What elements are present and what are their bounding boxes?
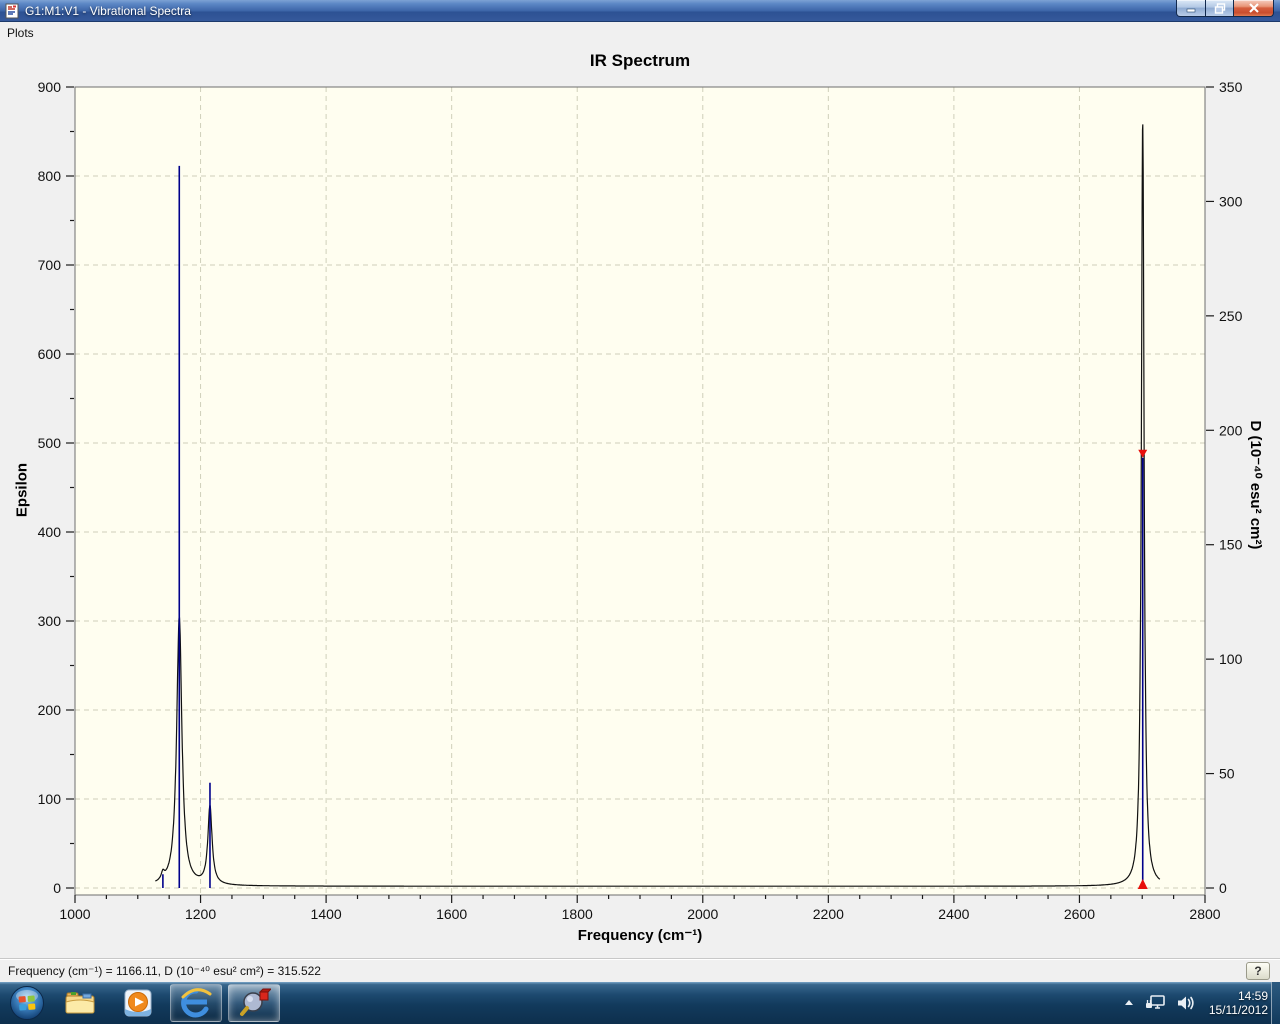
windows-start-orb-icon [10,986,44,1020]
minimize-button[interactable] [1176,0,1206,17]
show-desktop-button[interactable] [1271,982,1280,1024]
svg-text:350: 350 [1219,79,1243,95]
window-title: G1:M1:V1 - Vibrational Spectra [25,3,191,18]
internet-explorer-icon [181,988,212,1018]
left-axis-label: Epsilon [13,462,31,518]
svg-text:100: 100 [1219,651,1243,667]
svg-text:600: 600 [38,346,62,362]
title-bar: G1:M1:V1 - Vibrational Spectra [0,0,1280,22]
media-player-icon [124,989,152,1017]
taskbar-clock[interactable]: 14:59 15/11/2012 [1209,989,1268,1017]
svg-text:50: 50 [1219,766,1235,782]
svg-text:1000: 1000 [59,906,90,922]
menu-item-plots[interactable]: Plots [0,24,41,42]
svg-text:150: 150 [1219,537,1243,553]
cursor-readout-text: Frequency (cm⁻¹) = 1166.11, D (10⁻⁴⁰ esu… [8,963,321,978]
svg-text:1200: 1200 [185,906,216,922]
svg-text:200: 200 [1219,422,1243,438]
chart-area: IR Spectrum 1000 1200 1400 1600 1800 2000 2200… [0,42,1280,958]
svg-text:200: 200 [38,702,62,718]
svg-text:2000: 2000 [687,906,718,922]
x-axis-label: Frequency (cm⁻¹) [577,927,703,944]
right-axis-label: D (10⁻⁴⁰ esu² cm²) [1247,420,1264,550]
clock-time: 14:59 [1237,989,1268,1003]
taskbar-item-internet-explorer[interactable] [170,984,222,1022]
folder-icon [65,992,95,1014]
svg-text:300: 300 [1219,193,1243,209]
start-button[interactable] [3,983,51,1023]
svg-text:100: 100 [38,791,62,807]
help-button[interactable]: ? [1246,962,1270,980]
taskbar-item-windows-explorer[interactable] [54,984,106,1022]
restore-button[interactable] [1206,0,1234,17]
svg-text:0: 0 [53,880,61,896]
svg-text:2800: 2800 [1189,906,1220,922]
close-button[interactable] [1234,0,1274,17]
svg-text:1800: 1800 [562,906,593,922]
menu-bar: Plots [0,23,1280,42]
desktop-screen: G1:M1:V1 - Vibrational Spectra Plots IR … [0,0,1280,1024]
network-icon[interactable] [1145,994,1167,1012]
clock-date: 15/11/2012 [1208,1003,1268,1017]
hidden-icons-arrow-icon[interactable] [1122,997,1136,1009]
svg-text:2400: 2400 [938,906,969,922]
taskbar: 14:59 15/11/2012 [0,982,1280,1024]
taskbar-item-windows-media-player[interactable] [112,984,164,1022]
svg-text:1600: 1600 [436,906,467,922]
svg-text:500: 500 [38,435,62,451]
status-bar: Frequency (cm⁻¹) = 1166.11, D (10⁻⁴⁰ esu… [0,958,1280,982]
magnifier-molecule-icon [240,988,271,1016]
volume-icon[interactable] [1176,994,1196,1012]
system-tray: 14:59 15/11/2012 [1122,982,1268,1024]
svg-text:300: 300 [38,613,62,629]
svg-text:2200: 2200 [813,906,844,922]
svg-text:250: 250 [1219,308,1243,324]
svg-text:1400: 1400 [311,906,342,922]
svg-text:900: 900 [38,79,62,95]
svg-text:400: 400 [38,524,62,540]
app-document-icon [4,3,20,19]
svg-text:0: 0 [1219,880,1227,896]
window-controls [1176,0,1274,17]
svg-text:2600: 2600 [1064,906,1095,922]
taskbar-item-molecule-viewer[interactable] [228,984,280,1022]
svg-text:800: 800 [38,168,62,184]
ir-spectrum-plot[interactable]: 1000 1200 1400 1600 1800 2000 2200 2400 2600 2800… [0,42,1280,958]
svg-text:700: 700 [38,257,62,273]
